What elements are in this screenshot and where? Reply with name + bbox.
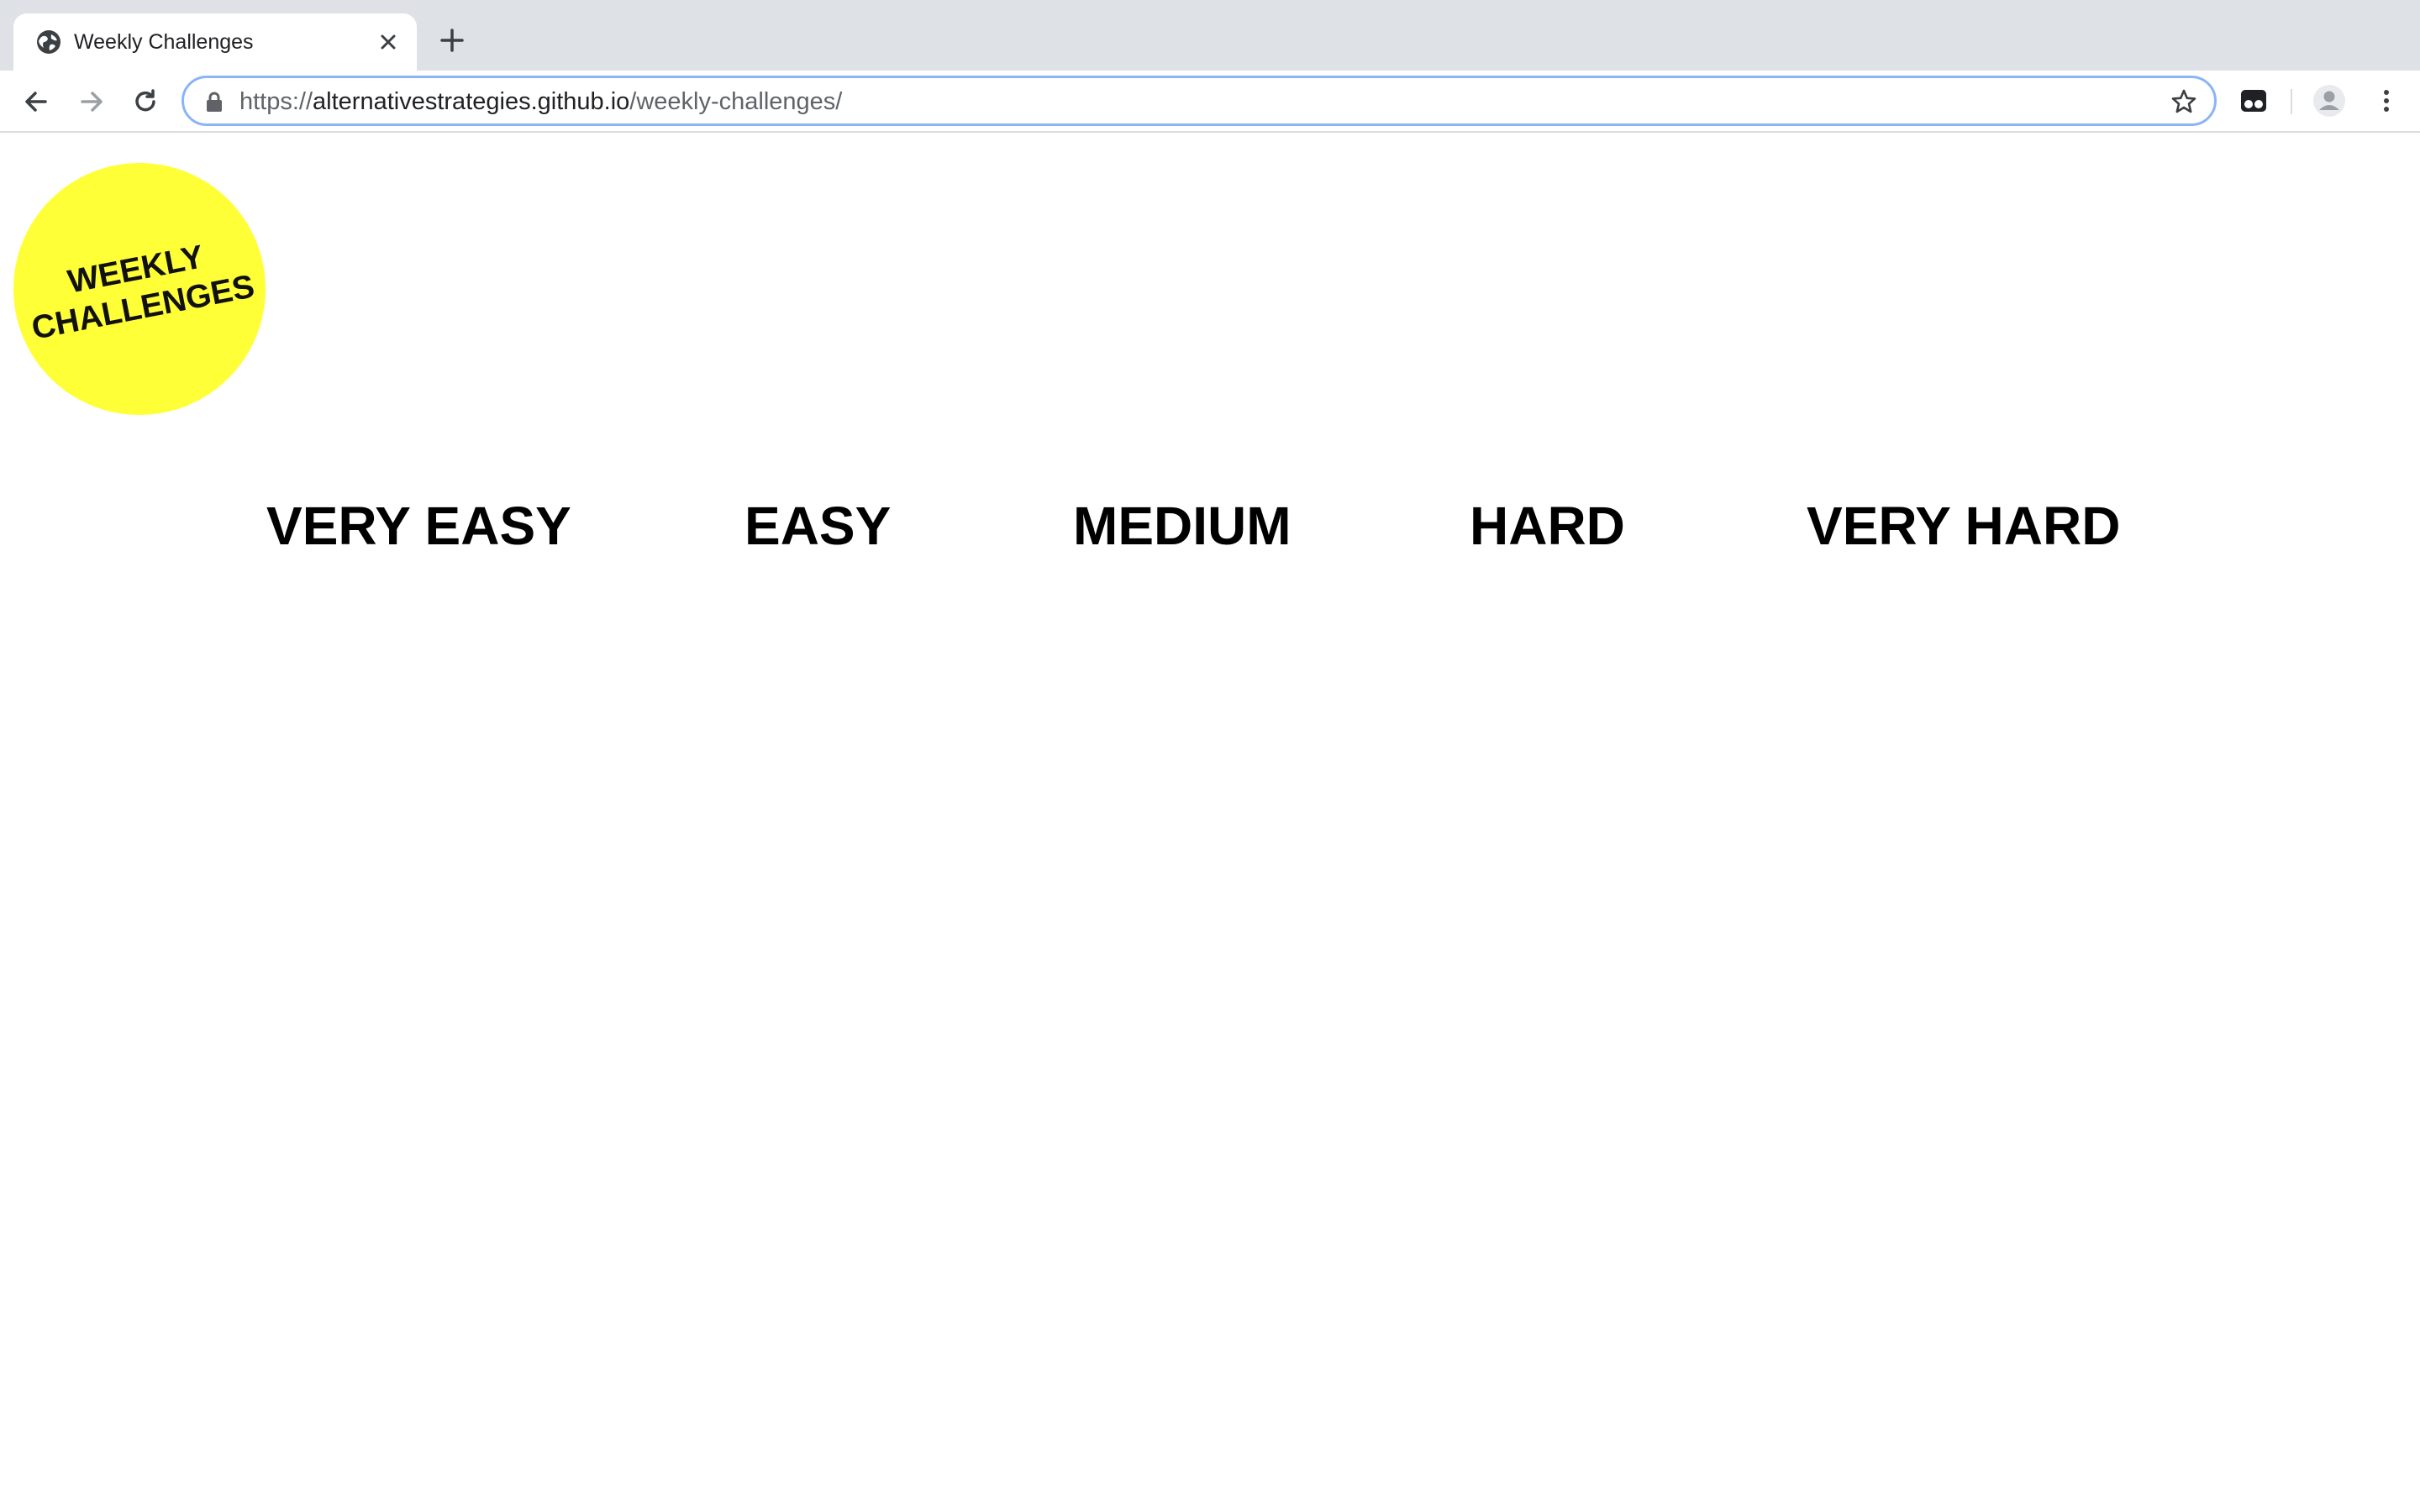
kebab-menu-icon[interactable]: [2371, 86, 2402, 116]
lock-icon: [207, 92, 222, 112]
address-bar[interactable]: https://alternativestrategies.github.io/…: [182, 76, 2217, 126]
url-text: https://alternativestrategies.github.io/…: [239, 87, 842, 117]
url-path: /weekly-challenges/: [629, 88, 843, 115]
level-very-easy[interactable]: VERY EASY: [266, 492, 571, 559]
level-easy[interactable]: EASY: [744, 492, 891, 559]
forward-arrow-icon[interactable]: [76, 86, 108, 118]
back-arrow-icon[interactable]: [20, 86, 52, 118]
reload-icon[interactable]: [129, 86, 161, 118]
weekly-challenges-logo[interactable]: Weekly Challenges: [13, 163, 266, 415]
page-content: Weekly Challenges VERY EASY EASY MEDIUM …: [0, 133, 2420, 1512]
browser-tab[interactable]: Weekly Challenges: [13, 13, 417, 71]
level-medium[interactable]: MEDIUM: [1073, 492, 1292, 559]
star-icon[interactable]: [2170, 88, 2197, 115]
logo-text: Weekly Challenges: [0, 141, 287, 437]
url-host: alternativestrategies.github.io: [313, 88, 630, 115]
difficulty-levels: VERY EASY EASY MEDIUM HARD VERY HARD: [0, 492, 2420, 559]
browser-toolbar: https://alternativestrategies.github.io/…: [0, 71, 2420, 133]
browser-tab-strip: Weekly Challenges: [0, 0, 2420, 71]
level-hard[interactable]: HARD: [1470, 492, 1625, 559]
tab-title: Weekly Challenges: [74, 30, 254, 54]
globe-icon: [37, 30, 60, 54]
level-very-hard[interactable]: VERY HARD: [1807, 492, 2120, 559]
extension-icon[interactable]: [2238, 86, 2269, 116]
profile-icon[interactable]: [2312, 84, 2346, 118]
new-tab-plus-icon[interactable]: [437, 25, 467, 55]
close-icon[interactable]: [376, 30, 400, 54]
url-scheme: https://: [239, 88, 313, 115]
toolbar-separator: [2291, 89, 2292, 114]
